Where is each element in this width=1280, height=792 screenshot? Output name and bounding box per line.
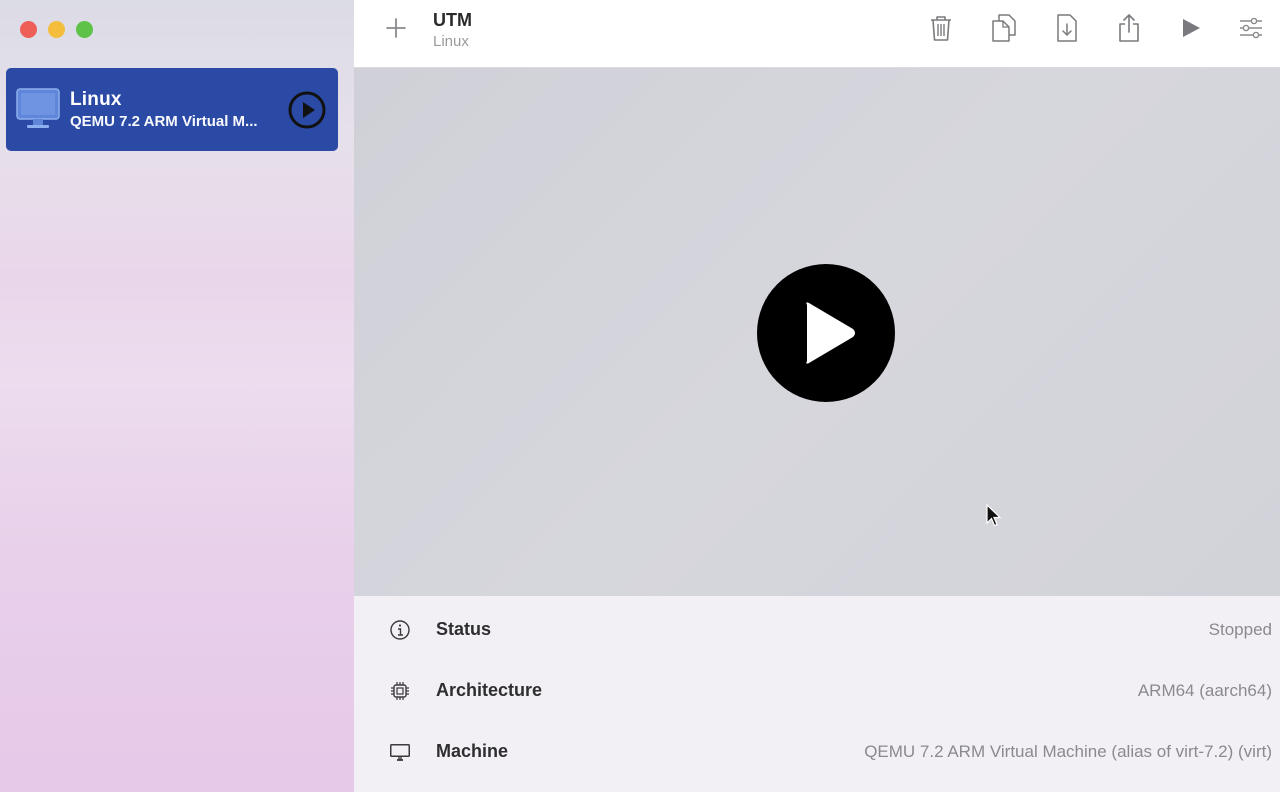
info-circle-icon	[390, 620, 410, 640]
info-value: QEMU 7.2 ARM Virtual Machine (alias of v…	[864, 742, 1272, 761]
info-label: Status	[436, 619, 492, 639]
vm-info-panel: Status Stopped Architecture ARM64 (aarch…	[354, 596, 1280, 792]
sidebar-item-linux[interactable]: Linux QEMU 7.2 ARM Virtual M...	[6, 68, 338, 151]
vm-preview[interactable]	[354, 68, 1280, 596]
main-panel: UTM Linux Status Stopped Architecture AR…	[354, 0, 1280, 792]
info-row-machine: Machine QEMU 7.2 ARM Virtual Machine (al…	[354, 731, 1280, 771]
play-circle-icon[interactable]	[288, 91, 326, 129]
sidebar: Linux QEMU 7.2 ARM Virtual M...	[0, 0, 354, 792]
move-icon	[1057, 14, 1077, 42]
play-icon	[1183, 19, 1200, 37]
toolbar: UTM Linux	[354, 0, 1280, 68]
mouse-cursor-icon	[986, 504, 1002, 527]
minimize-window-button[interactable]	[48, 21, 65, 38]
monitor-icon	[16, 88, 60, 128]
share-button[interactable]	[1113, 12, 1145, 44]
trash-icon	[931, 16, 951, 41]
settings-icon	[1240, 17, 1262, 39]
settings-button[interactable]	[1235, 12, 1267, 44]
toolbar-subtitle: Linux	[433, 33, 469, 50]
move-button[interactable]	[1051, 12, 1083, 44]
info-row-status: Status Stopped	[354, 609, 1280, 649]
utm-window: Linux QEMU 7.2 ARM Virtual M... UTM Linu…	[0, 0, 1280, 792]
plus-icon[interactable]	[384, 16, 408, 40]
display-icon	[390, 744, 410, 761]
toolbar-title: UTM	[433, 10, 472, 30]
close-window-button[interactable]	[20, 21, 37, 38]
info-label: Architecture	[436, 680, 543, 700]
window-controls	[20, 21, 93, 38]
share-icon	[1119, 13, 1139, 42]
run-button[interactable]	[1175, 12, 1207, 44]
info-row-architecture: Architecture ARM64 (aarch64)	[354, 670, 1280, 710]
info-label: Machine	[436, 741, 509, 761]
cpu-icon	[391, 682, 409, 700]
info-value: ARM64 (aarch64)	[1137, 681, 1272, 700]
vm-description: QEMU 7.2 ARM Virtual M...	[70, 113, 258, 130]
clone-icon	[992, 14, 1016, 42]
info-value: Stopped	[1208, 620, 1272, 639]
vm-name: Linux	[70, 89, 122, 110]
delete-button[interactable]	[925, 12, 957, 44]
clone-button[interactable]	[988, 12, 1020, 44]
play-circle-icon[interactable]	[756, 263, 896, 403]
maximize-window-button[interactable]	[76, 21, 93, 38]
